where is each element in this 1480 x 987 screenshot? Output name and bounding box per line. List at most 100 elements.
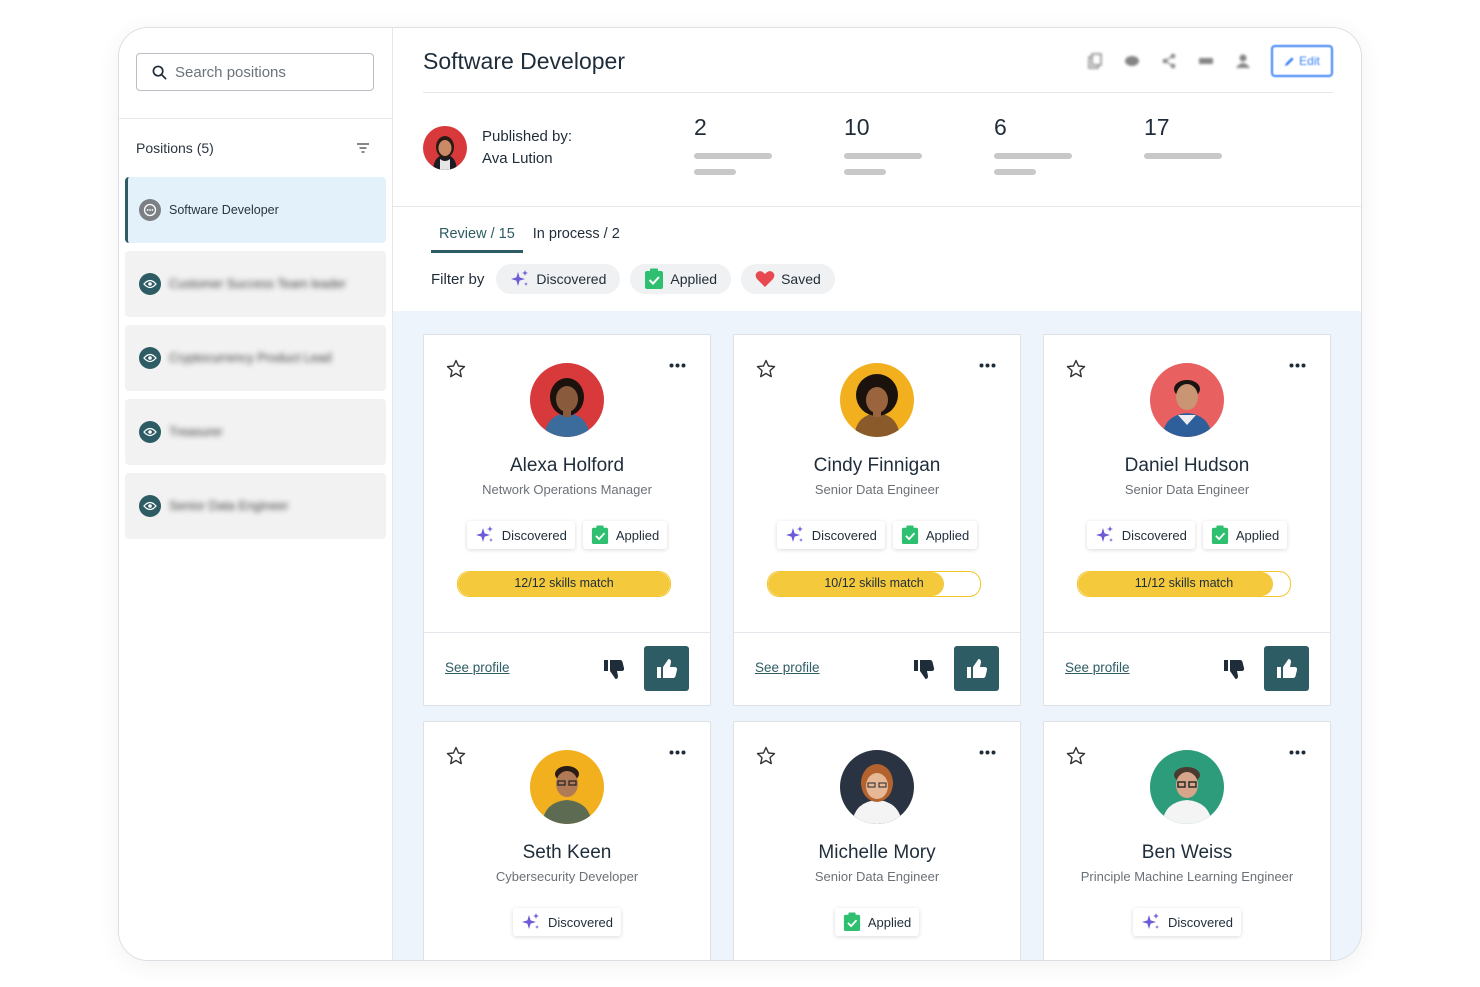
- thumbs-up-button[interactable]: [644, 646, 689, 691]
- star-icon[interactable]: [756, 746, 776, 766]
- heart-icon: [755, 271, 775, 287]
- thumbs-down-icon[interactable]: [1222, 657, 1246, 681]
- more-icon[interactable]: [1289, 750, 1306, 755]
- position-label: Customer Success Team leader: [169, 277, 346, 291]
- filter-chip-applied[interactable]: Applied: [630, 264, 732, 294]
- sparkle-icon: [511, 270, 529, 286]
- stat-block: 17: [1144, 114, 1224, 159]
- candidate-card: Alexa Holford Network Operations Manager…: [423, 334, 711, 706]
- stat-placeholder-bar: [844, 153, 922, 159]
- star-icon[interactable]: [1066, 359, 1086, 379]
- publisher-name: Ava Lution: [482, 150, 553, 167]
- tag-label: Applied: [1235, 527, 1280, 543]
- candidate-role: Senior Data Engineer: [1124, 482, 1250, 497]
- star-icon[interactable]: [446, 359, 466, 379]
- stat-placeholder-bar: [994, 153, 1072, 159]
- tab-in-process[interactable]: In process / 2: [525, 222, 628, 253]
- stat-block: 6: [994, 114, 1074, 175]
- candidate-tags: Discovered: [424, 908, 710, 936]
- tab-review[interactable]: Review / 15: [431, 222, 523, 253]
- skills-match-label: 10/12 skills match: [824, 576, 924, 590]
- see-profile-link[interactable]: See profile: [1065, 660, 1130, 675]
- tag-label: Applied: [615, 527, 660, 543]
- search-area: [119, 28, 392, 119]
- clipboard-check-icon: [1211, 525, 1228, 544]
- candidate-card: Daniel Hudson Senior Data Engineer Disco…: [1043, 334, 1331, 706]
- user-icon[interactable]: [1234, 52, 1252, 70]
- share-icon[interactable]: [1160, 52, 1178, 70]
- clipboard-check-icon: [901, 525, 918, 544]
- position-label: Senior Data Engineer: [169, 499, 289, 513]
- position-item-customer-success[interactable]: Customer Success Team leader: [125, 251, 386, 317]
- star-icon[interactable]: [756, 359, 776, 379]
- edit-button[interactable]: Edit: [1271, 45, 1333, 77]
- tag-discovered: Discovered: [512, 908, 622, 936]
- thumbs-up-button[interactable]: [954, 646, 999, 691]
- tag-label: Discovered: [1121, 527, 1187, 543]
- thumbs-down-icon[interactable]: [602, 657, 626, 681]
- candidate-card: Michelle Mory Senior Data Engineer Appli…: [733, 721, 1021, 960]
- publisher-info: Published by: Ava Lution: [423, 126, 572, 170]
- position-label: Treasurer: [169, 425, 223, 439]
- thumbs-up-button[interactable]: [1264, 646, 1309, 691]
- position-item-treasurer[interactable]: Treasurer: [125, 399, 386, 465]
- preview-icon[interactable]: [1123, 52, 1141, 70]
- stat-block: 2: [694, 114, 774, 175]
- stat-placeholder-bar: [1144, 153, 1222, 159]
- thumbs-down-icon[interactable]: [912, 657, 936, 681]
- position-label: Software Developer: [169, 203, 279, 217]
- divider: [393, 206, 1361, 207]
- clipboard-check-icon: [843, 912, 860, 931]
- position-item-crypto-lead[interactable]: Cryptocurrency Product Lead: [125, 325, 386, 391]
- skills-match-bar: 11/12 skills match: [1077, 571, 1291, 597]
- candidate-role: Senior Data Engineer: [814, 869, 940, 884]
- position-label: Cryptocurrency Product Lead: [169, 351, 332, 365]
- sparkle-icon: [785, 526, 803, 542]
- sparkle-icon: [521, 913, 539, 929]
- filter-icon[interactable]: [356, 143, 370, 153]
- sparkle-icon: [475, 526, 493, 542]
- chip-label: Discovered: [536, 271, 607, 287]
- copy-icon[interactable]: [1086, 52, 1104, 70]
- candidate-tags: Applied: [734, 908, 1020, 936]
- toolbar: Edit: [1086, 45, 1333, 77]
- star-icon[interactable]: [446, 746, 466, 766]
- search-icon: [152, 65, 167, 79]
- tag-label: Discovered: [547, 914, 614, 930]
- sparkle-icon: [1095, 526, 1113, 542]
- more-icon[interactable]: [669, 750, 686, 755]
- more-icon[interactable]: [1289, 363, 1306, 368]
- position-item-senior-data-engineer[interactable]: Senior Data Engineer: [125, 473, 386, 539]
- tag-label: Discovered: [1167, 914, 1234, 930]
- header-bar: Software Developer Edit: [423, 28, 1333, 93]
- skills-match-bar: 12/12 skills match: [457, 571, 671, 597]
- candidate-name: Ben Weiss: [1141, 842, 1233, 863]
- star-icon[interactable]: [1066, 746, 1086, 766]
- clipboard-check-icon: [591, 525, 608, 544]
- see-profile-link[interactable]: See profile: [755, 660, 820, 675]
- eye-icon: [139, 273, 161, 295]
- avatar: [530, 363, 604, 437]
- filter-chip-discovered[interactable]: Discovered: [496, 264, 621, 294]
- candidate-tags: Discovered Applied: [734, 521, 1020, 549]
- candidate-tags: Discovered: [1044, 908, 1330, 936]
- divider: [424, 632, 710, 633]
- more-icon[interactable]: [669, 363, 686, 368]
- search-box[interactable]: [136, 53, 374, 91]
- skills-match-label: 12/12 skills match: [514, 576, 614, 590]
- stat-value: 10: [844, 114, 870, 140]
- stat-value: 17: [1144, 114, 1170, 140]
- more-icon[interactable]: [979, 750, 996, 755]
- eye-icon: [139, 421, 161, 443]
- search-input[interactable]: [173, 62, 357, 82]
- tag-label: Applied: [867, 914, 912, 930]
- more-icon[interactable]: [979, 363, 996, 368]
- see-profile-link[interactable]: See profile: [445, 660, 510, 675]
- candidate-role: Principle Machine Learning Engineer: [1080, 869, 1294, 884]
- positions-sidebar: Positions (5) Software Developer Custome…: [119, 28, 393, 960]
- archive-icon[interactable]: [1197, 52, 1215, 70]
- position-item-software-developer[interactable]: Software Developer: [125, 177, 386, 243]
- chip-label: Applied: [670, 271, 718, 287]
- thumbs-up-icon: [1276, 658, 1297, 678]
- filter-chip-saved[interactable]: Saved: [741, 264, 835, 294]
